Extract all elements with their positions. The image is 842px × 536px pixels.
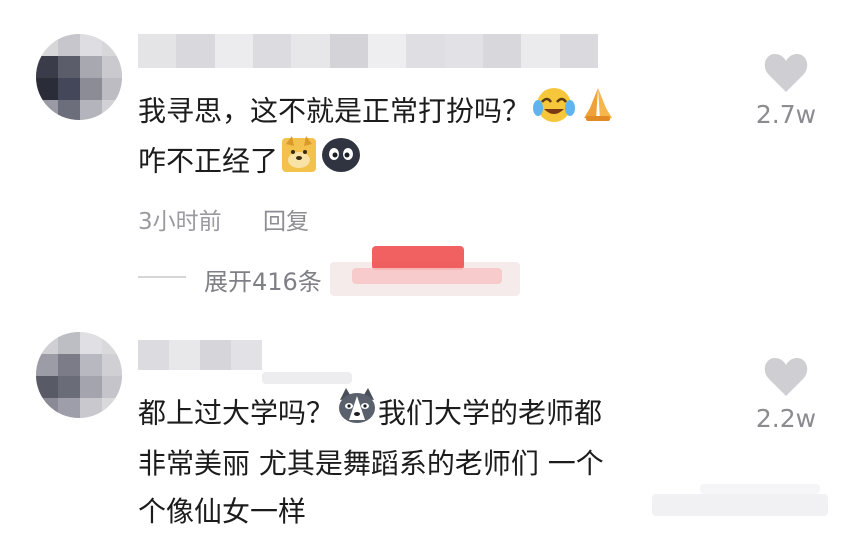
expand-replies-button[interactable]: 展开416条 [204, 262, 322, 297]
redaction-smear [372, 246, 464, 270]
folded-hands-emoji [578, 84, 618, 141]
like-control[interactable]: 2.2w [746, 356, 826, 433]
comment-section: 我寻思，这不就是正常打扮吗？ 咋不正经了 3小时前 回复 展开416条 2.7w… [0, 0, 842, 536]
comment-line: 我寻思，这不就是正常打扮吗？ [138, 94, 531, 128]
watermark-redaction [700, 484, 820, 494]
husky-emoji [336, 386, 378, 443]
heart-icon[interactable] [763, 356, 809, 398]
comment-line: 咋不正经了 [138, 144, 279, 178]
reply-button[interactable]: 回复 [263, 209, 309, 235]
like-control[interactable]: 2.7w [746, 52, 826, 129]
redaction-smear [262, 372, 352, 384]
comment-meta: 3小时前 回复 [138, 202, 309, 236]
avatar[interactable] [36, 34, 122, 120]
comment-text: 咋不正经了 [138, 134, 362, 191]
watermark-redaction [652, 494, 828, 516]
dark-ball-emoji [320, 134, 362, 191]
like-count: 2.2w [755, 404, 817, 433]
like-count: 2.7w [755, 100, 817, 129]
comment-text: 非常美丽 尤其是舞蹈系的老师们 一个 [138, 438, 604, 490]
heart-icon[interactable] [763, 52, 809, 94]
pixelated-avatar-image [36, 332, 122, 418]
doge-emoji [280, 134, 318, 191]
comment-text: 都上过大学吗？ 我们大学的老师都 [138, 386, 602, 443]
comment-line: 我们大学的老师都 [378, 396, 603, 430]
username-redacted[interactable] [138, 34, 598, 68]
avatar[interactable] [36, 332, 122, 418]
comment-text: 个像仙女一样 [138, 486, 306, 536]
expand-replies-label: 展开416条 [204, 268, 322, 296]
username-redacted[interactable] [138, 340, 262, 370]
comment-line: 个像仙女一样 [138, 495, 307, 528]
expand-divider [138, 276, 186, 278]
comment-time: 3小时前 [138, 209, 222, 235]
pixelated-avatar-image [36, 34, 122, 120]
comment-text: 我寻思，这不就是正常打扮吗？ [138, 84, 618, 141]
laughing-crying-emoji [532, 84, 576, 141]
comment-line: 都上过大学吗？ [138, 396, 335, 430]
comment-line: 非常美丽 尤其是舞蹈系的老师们 一个 [138, 447, 604, 480]
redaction-smear [352, 268, 502, 284]
